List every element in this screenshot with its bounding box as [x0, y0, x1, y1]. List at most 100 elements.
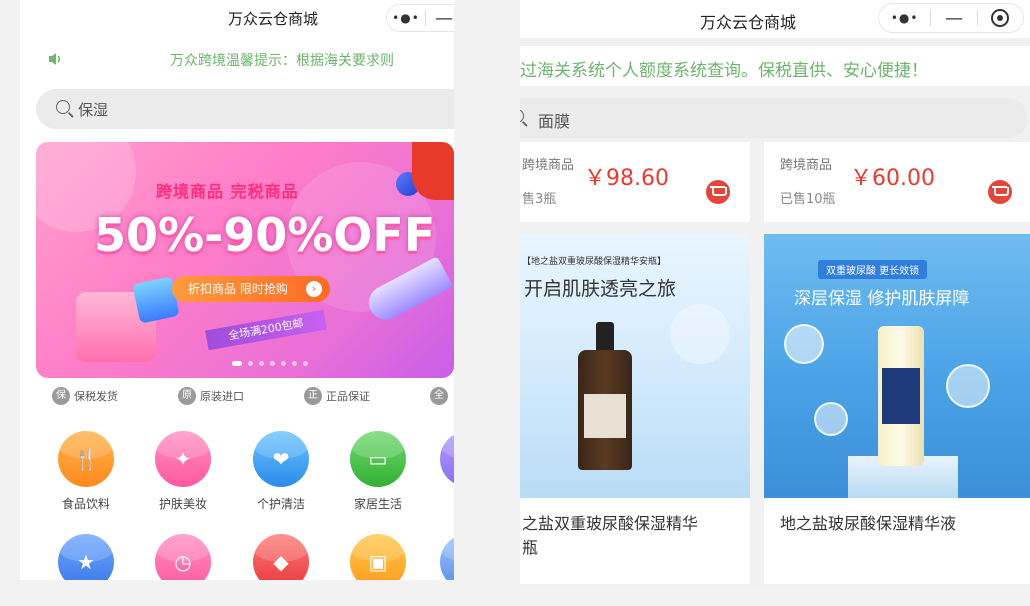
carousel-dot[interactable] [248, 361, 253, 366]
carousel-dot[interactable] [292, 361, 297, 366]
product-price: ￥98.60 [584, 166, 669, 191]
minimize-button[interactable]: — [931, 8, 976, 29]
bottle-label [882, 368, 920, 424]
bottle-label [584, 394, 626, 438]
more-menu-button[interactable]: •●• [879, 11, 930, 25]
product-price: ￥60.00 [850, 166, 935, 191]
hand-care-icon: ❤ [253, 431, 309, 487]
product-tag: 跨境商品 [780, 158, 833, 173]
gift-icon: ▣ [350, 534, 406, 580]
chevron-right-icon: › [306, 281, 322, 297]
feature-item: 保 保税发货 [52, 387, 118, 405]
notice-bar: 过海关系统个人额度系统查询。保税直供、安心便捷！ [520, 46, 1030, 86]
category-mother-baby[interactable]: 母 [420, 431, 454, 512]
partial-icon [440, 534, 454, 580]
search-icon [520, 109, 524, 123]
search-bar[interactable]: 保湿 [36, 89, 454, 129]
category-glyph: 🍴 [73, 447, 99, 471]
product-name-line: 地之盐玻尿酸保湿精华液 [780, 514, 957, 533]
search-icon [56, 100, 70, 114]
cosmetics-icon: ✦ [155, 431, 211, 487]
search-bar[interactable]: 面膜 [520, 98, 1028, 138]
category-label: 护肤美妆 [158, 497, 207, 511]
category-label: 个护清洁 [256, 497, 305, 511]
carousel-indicators [232, 361, 308, 366]
product-card[interactable]: 双重玻尿酸 更长效锁 深层保湿 修护肌肤屏障 地之盐玻尿酸保湿精华液 [764, 234, 1030, 584]
banner-discount: 50%-90%OFF [94, 208, 436, 262]
banner-ribbon: 全场满200包邮 [205, 309, 327, 351]
product-tag: 跨境商品 [522, 158, 575, 173]
page-title: 万众云仓商城 [700, 13, 797, 32]
category-row2-item[interactable]: ▣ [343, 534, 413, 580]
bookmark-star-icon: ★ [58, 534, 114, 580]
carousel-dot[interactable] [303, 361, 308, 366]
right-screen: 万众云仓商城 •●• — 过海关系统个人额度系统查询。保税直供、安心便捷！ 面膜… [520, 0, 1030, 586]
cart-icon[interactable] [706, 180, 730, 204]
category-row2-item[interactable]: ◆ [246, 534, 316, 580]
category-label: 家居生活 [353, 497, 402, 511]
banner-headline: 跨境商品 完税商品 [156, 182, 299, 201]
category-home-living[interactable]: ▭ 家居生活 [343, 431, 413, 512]
category-glyph: ★ [77, 550, 95, 574]
feature-label: 保税发货 [74, 390, 118, 403]
category-glyph: ▭ [368, 447, 388, 471]
cart-icon[interactable] [988, 180, 1012, 204]
feature-strip: 保 保税发货 原 原装进口 正 正品保证 全 [20, 385, 454, 409]
category-skincare[interactable]: ✦ 护肤美妆 [148, 431, 218, 512]
category-food[interactable]: 🍴 食品饮料 [51, 431, 121, 512]
carousel-dot[interactable] [281, 361, 286, 366]
title-bar: 万众云仓商城 •●• — [20, 0, 454, 36]
product-card[interactable]: 【地之盐双重玻尿酸保湿精华安瓶】 开启肌肤透亮之旅 之盐双重玻尿酸保湿精华 瓶 [520, 234, 750, 584]
category-personal-care[interactable]: ❤ 个护清洁 [246, 431, 316, 512]
more-menu-button[interactable]: •●• [387, 11, 425, 25]
carousel-dot[interactable] [259, 361, 264, 366]
decor-bubble [784, 324, 824, 364]
decor-bubble [814, 402, 848, 436]
category-row2-item[interactable]: ★ [51, 534, 121, 580]
left-screen: 万众云仓商城 •●• — 万众跨境温馨提示：根据海关要求则 保湿 跨境商品 完税… [20, 0, 454, 580]
feature-item: 全 [430, 387, 452, 405]
search-placeholder: 面膜 [538, 112, 571, 131]
notice-text: 过海关系统个人额度系统查询。保税直供、安心便捷！ [520, 61, 928, 81]
product-card[interactable]: 跨境商品 ￥98.60 售3瓶 [520, 142, 750, 222]
product-sold-count: 已售10瓶 [780, 192, 836, 207]
category-row2-item[interactable] [420, 534, 454, 580]
product-sold-count: 售3瓶 [522, 192, 557, 207]
origin-badge-icon: 原 [178, 387, 196, 405]
product-name: 地之盐玻尿酸保湿精华液 [780, 512, 956, 536]
category-glyph: ◷ [174, 550, 192, 574]
corner-tag [412, 142, 454, 200]
carousel-dot[interactable] [232, 361, 242, 366]
promo-banner[interactable]: 跨境商品 完税商品 50%-90%OFF 折扣商品 限时抢购 › 全场满200包邮 [36, 142, 454, 378]
category-glyph: ❤ [272, 447, 290, 471]
close-program-button[interactable] [978, 9, 1023, 27]
category-glyph: ✦ [174, 447, 192, 471]
category-label: 母 [420, 495, 454, 512]
image-pill-text: 【地之盐双重玻尿酸保湿精华安瓶】 [522, 257, 667, 267]
product-image: 双重玻尿酸 更长效锁 深层保湿 修护肌肤屏障 [764, 234, 1030, 498]
target-icon [991, 9, 1010, 27]
banner-cta[interactable]: 折扣商品 限时抢购 › [172, 276, 330, 302]
genuine-badge-icon: 正 [304, 387, 322, 405]
product-image: 【地之盐双重玻尿酸保湿精华安瓶】 开启肌肤透亮之旅 [520, 234, 750, 498]
product-card[interactable]: 跨境商品 ￥60.00 已售10瓶 [764, 142, 1030, 222]
feature-label: 原装进口 [200, 390, 244, 403]
mini-program-capsule: •●• — [386, 4, 454, 32]
title-bar: 万众云仓商城 •●• — [520, 0, 1030, 38]
minimize-button[interactable]: — [426, 8, 454, 29]
feature-label: 正品保证 [326, 390, 370, 403]
category-row2-item[interactable]: ◷ [148, 534, 218, 580]
sofa-icon: ▭ [350, 431, 406, 487]
category-glyph: ◆ [273, 550, 289, 574]
speaker-icon [49, 53, 60, 65]
diamond-icon: ◆ [253, 534, 309, 580]
mini-program-capsule: •●• — [878, 3, 1024, 33]
product-name: 之盐双重玻尿酸保湿精华 瓶 [522, 512, 698, 560]
feature-item: 原 原装进口 [178, 387, 244, 405]
notice-text: 万众跨境温馨提示：根据海关要求则 [170, 53, 394, 69]
decor-bubble [946, 364, 990, 408]
page-title: 万众云仓商城 [228, 10, 319, 28]
baby-icon [440, 431, 454, 487]
carousel-dot[interactable] [270, 361, 275, 366]
product-name-line: 之盐双重玻尿酸保湿精华 [522, 514, 699, 533]
